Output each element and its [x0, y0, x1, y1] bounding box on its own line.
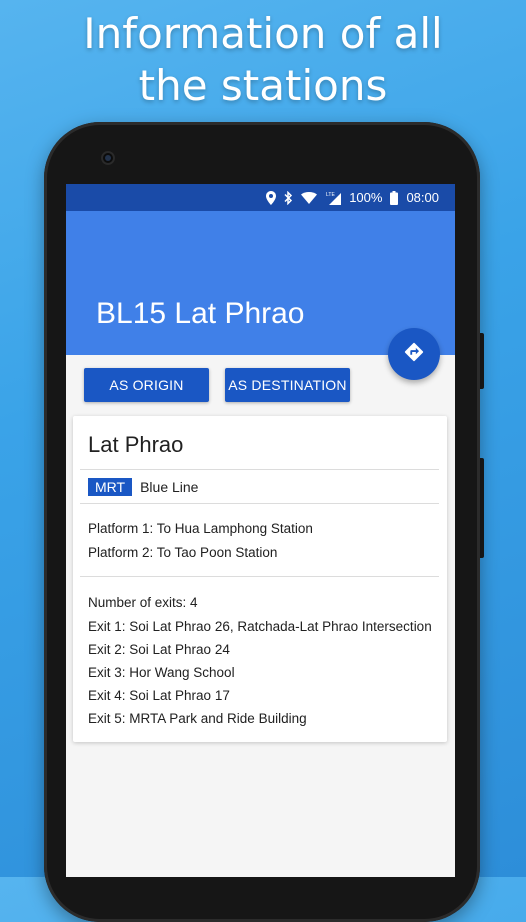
- divider: [80, 469, 439, 470]
- as-destination-button[interactable]: AS DESTINATION: [225, 368, 350, 402]
- divider: [80, 576, 439, 577]
- exit-4: Exit 4: Soi Lat Phrao 17: [88, 688, 230, 703]
- action-bar: AS ORIGIN AS DESTINATION: [66, 355, 455, 415]
- station-name: Lat Phrao: [88, 432, 184, 457]
- line-row: MRT Blue Line: [88, 478, 198, 496]
- battery-icon: [390, 190, 399, 205]
- promo-line-1: Information of all: [83, 9, 443, 58]
- promo-line-2: the stations: [138, 61, 388, 110]
- lte-signal-icon: LTE: [325, 191, 342, 205]
- exit-5: Exit 5: MRTA Park and Ride Building: [88, 711, 307, 726]
- clock: 08:00: [406, 190, 439, 205]
- divider: [80, 503, 439, 504]
- exit-1: Exit 1: Soi Lat Phrao 26, Ratchada-Lat P…: [88, 619, 432, 634]
- line-name: Blue Line: [140, 479, 199, 495]
- as-origin-button[interactable]: AS ORIGIN: [84, 368, 209, 402]
- exits-count: Number of exits: 4: [88, 595, 198, 610]
- wifi-icon: [301, 191, 318, 204]
- svg-text:LTE: LTE: [326, 192, 335, 198]
- status-bar: LTE 100% 08:00: [66, 184, 455, 211]
- operator-badge: MRT: [88, 478, 133, 496]
- location-icon: [266, 190, 277, 205]
- promo-headline: Information of all the stations: [0, 8, 526, 112]
- page-title: BL15 Lat Phrao: [96, 297, 305, 330]
- platform-1: Platform 1: To Hua Lamphong Station: [88, 521, 313, 536]
- station-info-card: Lat Phrao MRT Blue Line Platform 1: To H…: [73, 416, 447, 742]
- exit-2: Exit 2: Soi Lat Phrao 24: [88, 642, 230, 657]
- bluetooth-icon: [284, 190, 293, 205]
- app-screen: LTE 100% 08:00 BL15 Lat Phrao AS ORIGIN …: [66, 184, 455, 877]
- battery-level: 100%: [349, 190, 383, 205]
- platform-2: Platform 2: To Tao Poon Station: [88, 545, 278, 560]
- exit-3: Exit 3: Hor Wang School: [88, 665, 235, 680]
- front-camera: [101, 151, 115, 165]
